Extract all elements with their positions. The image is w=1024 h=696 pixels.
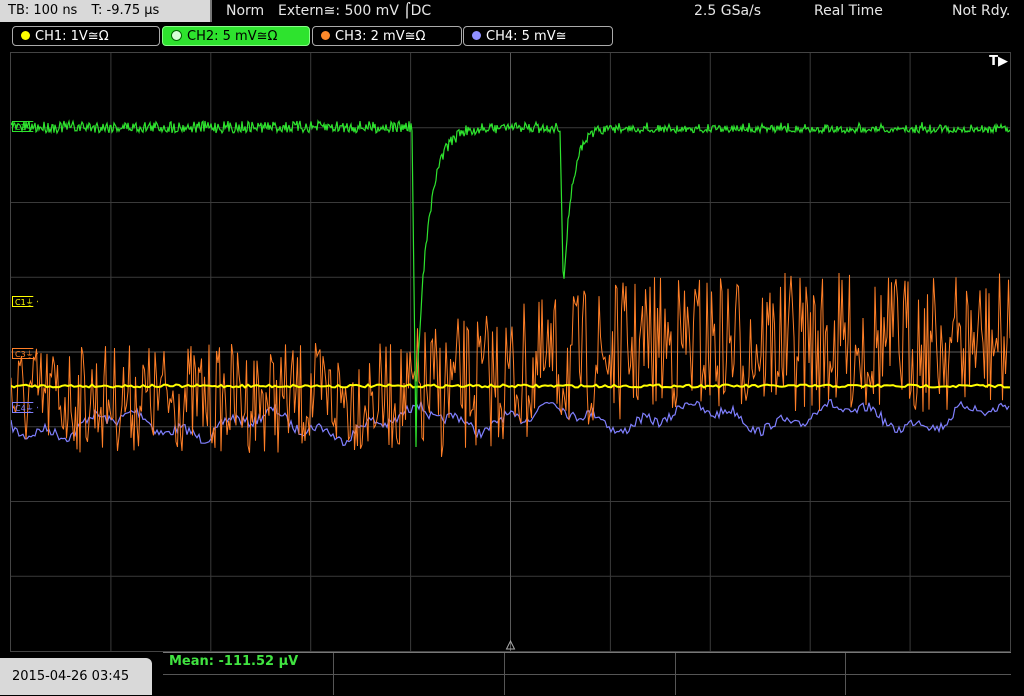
measurement-divider — [675, 653, 676, 674]
ch2-dot-icon — [171, 30, 182, 41]
ch2-label: CH2: 5 mV≅Ω — [187, 29, 278, 44]
channel-tab-ch3[interactable]: CH3: 2 mV≅Ω — [312, 26, 462, 46]
measurement-divider — [333, 653, 334, 674]
ch4-label: CH4: 5 mV≅ — [486, 29, 567, 44]
trigger-position-marker: T▶ — [989, 54, 1008, 69]
top-status-bar: TB: 100 ns T: -9.75 µs Norm Extern≅: 500… — [0, 0, 1024, 24]
mean-measurement[interactable]: Mean: -111.52 µV — [169, 654, 298, 669]
channel-tab-ch2[interactable]: CH2: 5 mV≅Ω — [162, 26, 310, 46]
measurement-row — [163, 674, 1011, 695]
acquisition-status: Not Rdy. — [952, 3, 1011, 19]
acquisition-mode[interactable]: Real Time — [814, 0, 883, 22]
channel-tab-ch4[interactable]: CH4: 5 mV≅ — [463, 26, 613, 46]
measurement-divider — [504, 674, 505, 695]
datetime-display: 2015-04-26 03:45 — [0, 658, 152, 695]
ch4-ground-marker[interactable]: C4⏚ — [12, 402, 38, 413]
waveform-canvas — [11, 53, 1010, 651]
waveform-display[interactable] — [10, 52, 1011, 652]
measurement-divider — [845, 674, 846, 695]
ch3-label: CH3: 2 mV≅Ω — [335, 29, 426, 44]
ch2-ground-marker[interactable]: C2⏚ — [12, 121, 38, 132]
measurement-divider — [504, 653, 505, 674]
measurement-panel: Mean: -111.52 µV — [163, 652, 1011, 696]
measurement-divider — [845, 653, 846, 674]
bottom-bar: 2015-04-26 03:45 Mean: -111.52 µV — [0, 652, 1024, 695]
sample-rate[interactable]: 2.5 GSa/s — [694, 0, 761, 22]
ch1-ground-marker[interactable]: C1⏚ — [12, 296, 38, 307]
measurement-divider — [333, 674, 334, 695]
trigger-time-label: T: -9.75 µs — [91, 3, 160, 18]
ch3-dot-icon — [321, 31, 330, 40]
trigger-source[interactable]: Extern≅: 500 mV ⌠DC — [278, 0, 431, 22]
timebase-box[interactable]: TB: 100 ns T: -9.75 µs — [0, 0, 212, 22]
measurement-divider — [675, 674, 676, 695]
timebase-label: TB: 100 ns — [8, 3, 78, 18]
ch1-dot-icon — [21, 31, 30, 40]
channel-tabs: CH1: 1V≅Ω CH2: 5 mV≅Ω CH3: 2 mV≅Ω CH4: 5… — [0, 26, 1024, 48]
channel-tab-ch1[interactable]: CH1: 1V≅Ω — [12, 26, 160, 46]
trigger-mode[interactable]: Norm — [226, 0, 264, 22]
ch1-label: CH1: 1V≅Ω — [35, 29, 109, 44]
ch4-dot-icon — [472, 31, 481, 40]
ch3-ground-marker[interactable]: C3⏚ — [12, 348, 38, 359]
